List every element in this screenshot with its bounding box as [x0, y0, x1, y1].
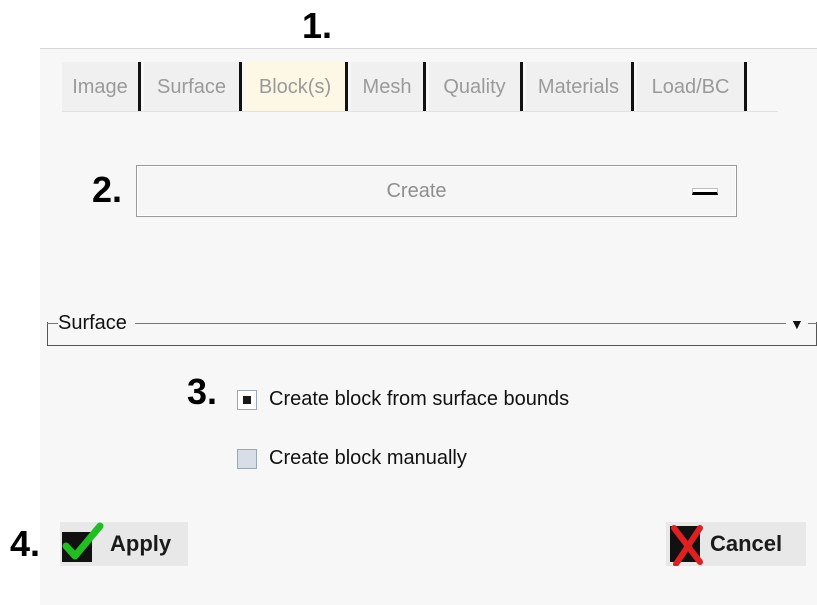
apply-label: Apply [110, 531, 172, 556]
checkbox-manual[interactable] [237, 448, 257, 469]
create-mode-dropdown[interactable]: Create [136, 165, 737, 217]
step-2-marker: 2. [92, 169, 123, 210]
surface-group-box [47, 322, 817, 346]
cancel-x-icon [666, 522, 706, 567]
option-manual-label: Create block manually [269, 447, 467, 469]
option-manual[interactable]: Create block manually [237, 447, 467, 470]
tab-blocks[interactable]: Block(s) [245, 62, 348, 112]
tab-divider [62, 111, 778, 112]
collapse-arrow-icon[interactable]: ▼ [786, 316, 808, 332]
surface-group-divider [47, 323, 817, 324]
tab-image[interactable]: Image [62, 62, 141, 112]
cancel-button[interactable]: Cancel [666, 522, 806, 567]
checked-mark-icon [241, 393, 253, 406]
tab-mesh[interactable]: Mesh [351, 62, 426, 112]
surface-group-label: Surface [58, 311, 135, 335]
apply-button[interactable]: Apply [60, 522, 188, 566]
create-mode-label: Create [386, 179, 447, 202]
tab-materials[interactable]: Materials [526, 62, 634, 112]
cancel-label: Cancel [710, 531, 783, 556]
option-surface-bounds[interactable]: Create block from surface bounds [237, 388, 569, 411]
step-3-marker: 3. [187, 371, 218, 412]
tab-load-bc[interactable]: Load/BC [637, 62, 747, 112]
step-4-marker: 4. [10, 523, 41, 564]
option-surface-bounds-label: Create block from surface bounds [269, 388, 570, 410]
checkbox-surface-bounds[interactable] [237, 389, 257, 410]
tab-bar: Image Surface Block(s) Mesh Quality Mate… [62, 62, 747, 112]
checkmark-icon [60, 522, 104, 566]
step-1-marker: 1. [302, 5, 333, 46]
tab-quality[interactable]: Quality [429, 62, 523, 112]
dropdown-indicator-icon [692, 188, 718, 195]
tab-surface[interactable]: Surface [144, 62, 242, 112]
